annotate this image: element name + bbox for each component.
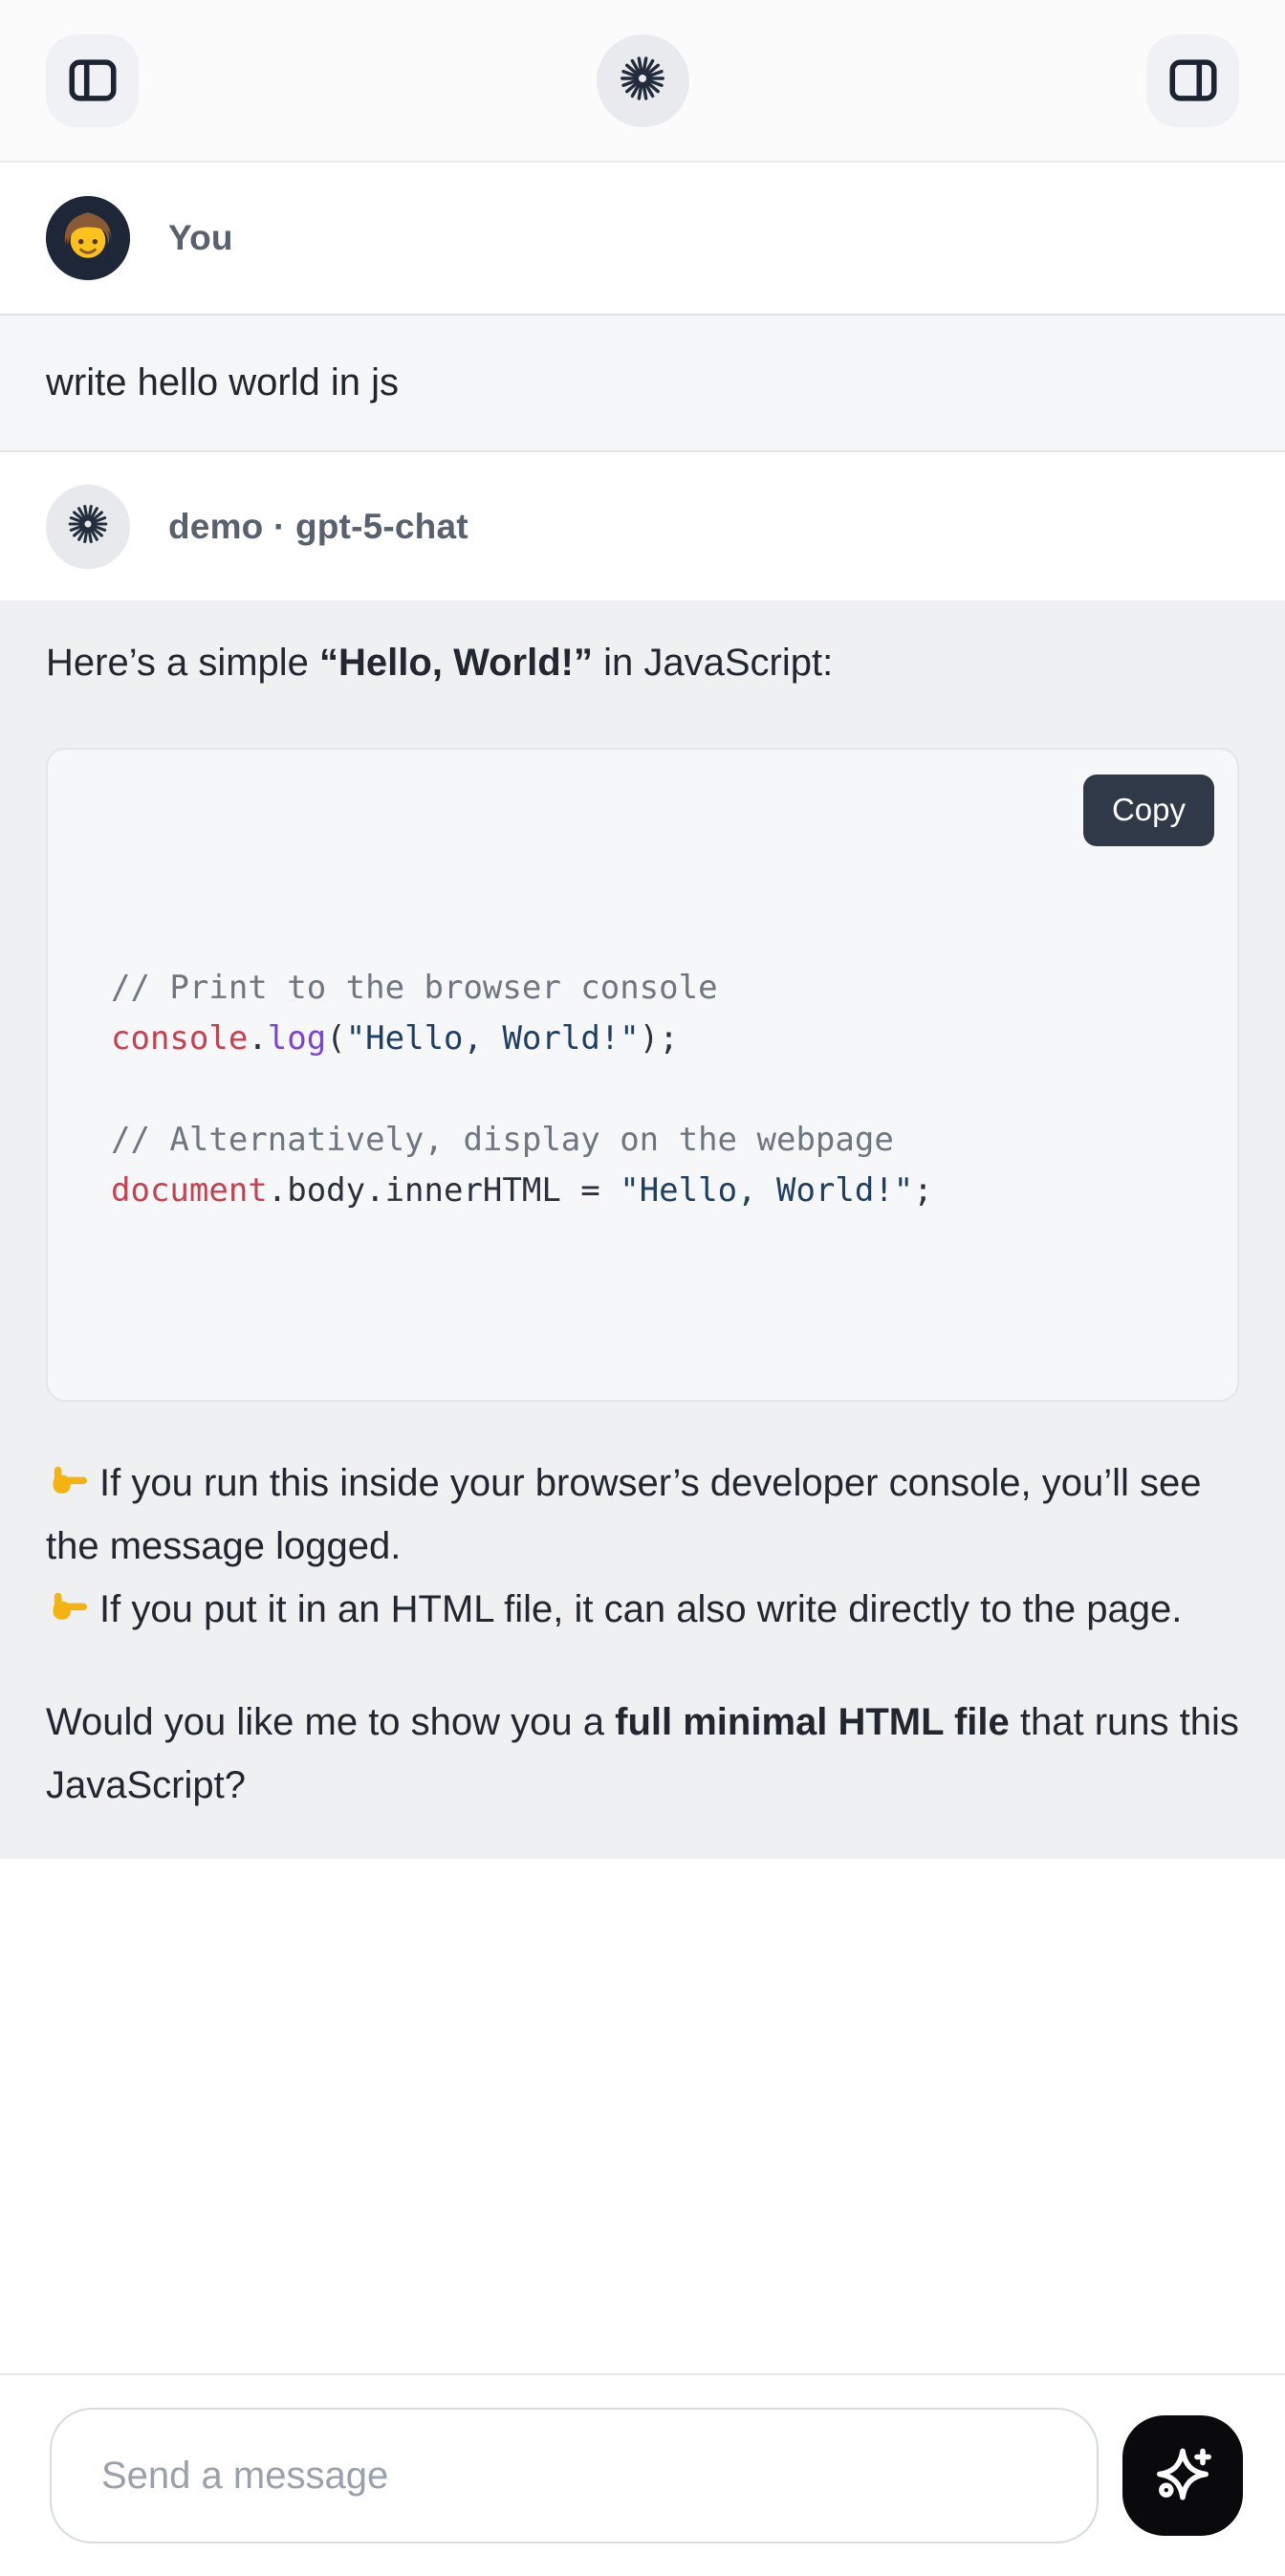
code-token-plain: ( xyxy=(326,1019,345,1058)
code-token-plain: . xyxy=(248,1019,267,1058)
assistant-avatar xyxy=(46,485,130,569)
assistant-intro-text: Here’s a simple “Hello, World!” in JavaS… xyxy=(46,631,1239,694)
user-name-label: You xyxy=(168,218,233,258)
assistant-notes: If you run this inside your browser’s de… xyxy=(46,1452,1239,1641)
message-input[interactable] xyxy=(50,2408,1099,2543)
starburst-icon xyxy=(66,502,110,551)
panel-left-icon xyxy=(65,53,120,108)
text-run: Here’s a simple xyxy=(46,642,319,684)
code-token-red: document xyxy=(111,1171,268,1210)
note-text: If you put it in an HTML file, it can al… xyxy=(99,1588,1182,1630)
user-message-group: You write hello world in js xyxy=(0,163,1285,452)
code-token-plain: ; xyxy=(913,1171,932,1210)
assistant-name-label: demo · gpt-5-chat xyxy=(168,507,468,547)
code-content: // Print to the browser console console.l… xyxy=(111,963,1199,1216)
code-token-string: "Hello, World!" xyxy=(620,1171,913,1210)
bold-text: full minimal HTML file xyxy=(615,1701,1010,1743)
text-run: Would you like me to show you a xyxy=(46,1701,615,1743)
code-line: // Print to the browser console xyxy=(111,963,1199,1014)
code-block: Copy // Print to the browser console cons… xyxy=(46,748,1239,1402)
code-token-red: console xyxy=(111,1019,248,1058)
copy-code-button[interactable]: Copy xyxy=(1083,775,1214,846)
user-message-text: write hello world in js xyxy=(46,361,399,404)
assistant-question-text: Would you like me to show you a full min… xyxy=(46,1691,1239,1817)
note-line: If you put it in an HTML file, it can al… xyxy=(46,1578,1239,1641)
code-token-string: "Hello, World!" xyxy=(346,1019,640,1058)
assistant-turn-header: demo · gpt-5-chat xyxy=(0,452,1285,600)
code-line: // Alternatively, display on the webpage xyxy=(111,1115,1199,1166)
right-panel-toggle-button[interactable] xyxy=(1146,34,1239,127)
code-token-comment: // Print to the browser console xyxy=(111,969,718,1007)
code-token-comment: // Alternatively, display on the webpage xyxy=(111,1121,894,1159)
text-run: in JavaScript: xyxy=(593,642,833,684)
composer-bar xyxy=(0,2373,1285,2576)
user-message: write hello world in js xyxy=(0,314,1285,452)
code-token-plain: ); xyxy=(640,1019,679,1058)
code-token-purple: log xyxy=(268,1019,326,1058)
person-emoji-icon xyxy=(46,196,130,280)
code-line: console.log("Hello, World!"); xyxy=(111,1014,1199,1064)
model-logo-badge xyxy=(597,34,689,127)
sparkle-plus-icon xyxy=(1149,2442,1216,2509)
bold-text: “Hello, World!” xyxy=(319,642,593,684)
code-line: document.body.innerHTML = "Hello, World!… xyxy=(111,1166,1199,1216)
panel-right-icon xyxy=(1165,53,1221,108)
starburst-icon xyxy=(618,54,667,108)
sidebar-toggle-button[interactable] xyxy=(46,34,139,127)
chat-app: You write hello world in js demo · gpt-5… xyxy=(0,0,1285,2576)
user-avatar xyxy=(46,196,130,280)
user-turn-header: You xyxy=(0,163,1285,314)
point-right-emoji-icon xyxy=(46,1583,90,1621)
assistant-message-group: demo · gpt-5-chat Here’s a simple “Hello… xyxy=(0,452,1285,1859)
sparkle-send-button[interactable] xyxy=(1122,2415,1243,2536)
assistant-message: Here’s a simple “Hello, World!” in JavaS… xyxy=(0,600,1285,1859)
code-token-plain: .body.innerHTML = xyxy=(268,1171,620,1210)
top-bar xyxy=(0,0,1285,163)
note-line: If you run this inside your browser’s de… xyxy=(46,1452,1239,1578)
code-line xyxy=(111,1064,1199,1115)
note-text: If you run this inside your browser’s de… xyxy=(46,1462,1201,1567)
point-right-emoji-icon xyxy=(46,1456,90,1495)
